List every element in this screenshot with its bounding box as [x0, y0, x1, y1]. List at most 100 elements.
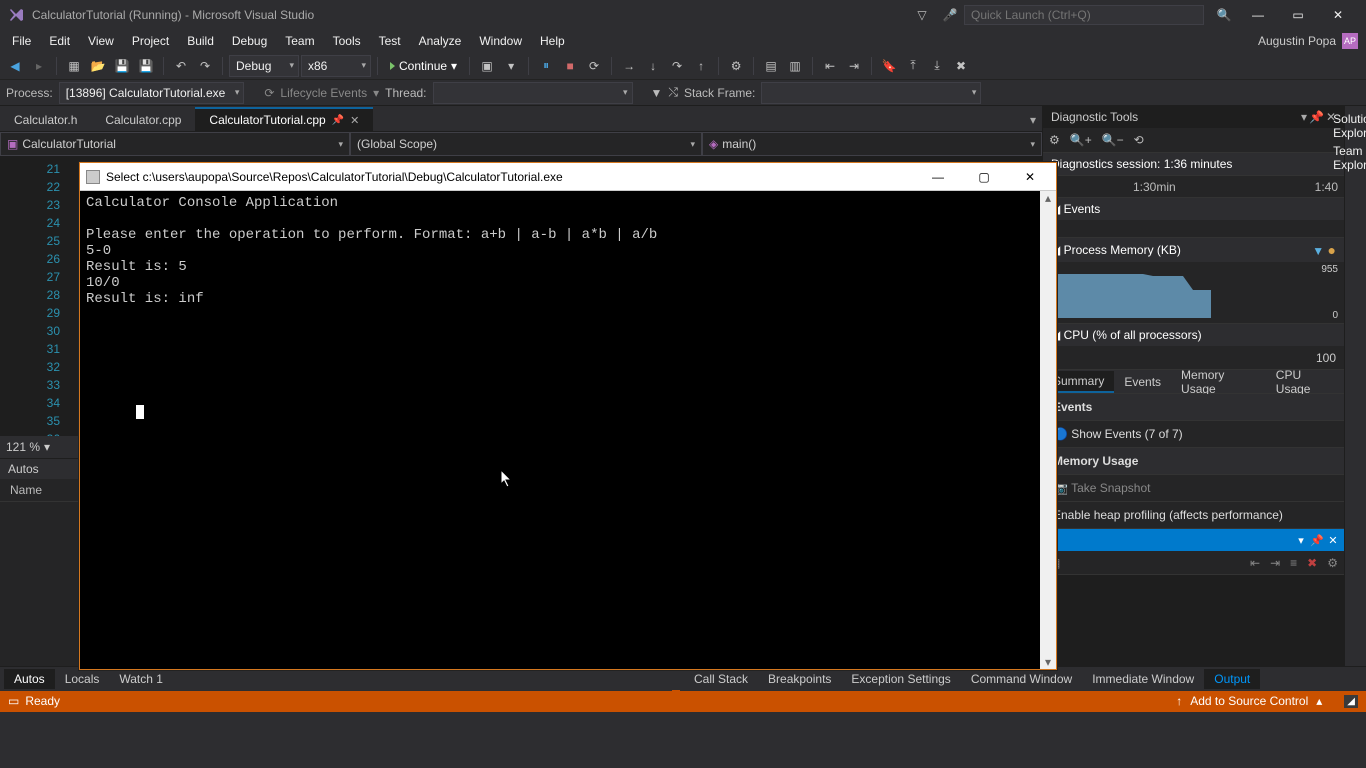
- publish-icon[interactable]: ↑: [1176, 694, 1182, 708]
- close-button[interactable]: ✕: [1318, 0, 1358, 30]
- scroll-up-icon[interactable]: ▴: [1045, 191, 1051, 205]
- diag-item-show-events[interactable]: 🔵 Show Events (7 of 7): [1043, 421, 1344, 448]
- close-icon[interactable]: ✕: [1326, 533, 1340, 547]
- layout-icon-1[interactable]: ▤: [760, 55, 782, 77]
- step-over-icon[interactable]: ↷: [666, 55, 688, 77]
- diag-item-snapshot[interactable]: 📷 Take Snapshot: [1043, 475, 1344, 502]
- tab-exception-settings[interactable]: Exception Settings: [841, 669, 960, 689]
- nav-fwd-icon[interactable]: ▸: [28, 55, 50, 77]
- tab-immediate-window[interactable]: Immediate Window: [1082, 669, 1204, 689]
- diag-tab-events[interactable]: Events: [1114, 372, 1171, 392]
- tab-dropdown-icon[interactable]: ▾: [1024, 109, 1042, 131]
- console-close-button[interactable]: ✕: [1010, 165, 1050, 189]
- console-minimize-button[interactable]: —: [918, 165, 958, 189]
- dropdown-icon[interactable]: ▾: [500, 55, 522, 77]
- outdent-icon[interactable]: ⇤: [819, 55, 841, 77]
- platform-combo[interactable]: x86: [301, 55, 371, 77]
- process-combo[interactable]: [13896] CalculatorTutorial.exe: [59, 82, 245, 104]
- dropdown-icon[interactable]: ▾: [1294, 533, 1308, 547]
- menu-help[interactable]: Help: [532, 32, 573, 50]
- menu-tools[interactable]: Tools: [325, 32, 369, 50]
- new-project-icon[interactable]: ▦: [63, 55, 85, 77]
- console-maximize-button[interactable]: ▢: [964, 165, 1004, 189]
- pin-icon[interactable]: 📌: [1310, 533, 1324, 547]
- console-titlebar[interactable]: Select c:\users\aupopa\Source\Repos\Calc…: [80, 163, 1056, 191]
- toolwindow-icon[interactable]: ▣: [476, 55, 498, 77]
- diag-memory-header[interactable]: ◢ Process Memory (KB)▼ ●: [1043, 238, 1344, 262]
- diag-item-heap[interactable]: Enable heap profiling (affects performan…: [1043, 502, 1344, 529]
- tab-command-window[interactable]: Command Window: [961, 669, 1082, 689]
- nav-project-combo[interactable]: ▣CalculatorTutorial: [0, 132, 350, 156]
- flag-icon[interactable]: ▽: [908, 8, 936, 22]
- menu-view[interactable]: View: [80, 32, 122, 50]
- pause-icon[interactable]: ⏸: [535, 55, 557, 77]
- resize-grip-icon[interactable]: ◢: [1344, 695, 1358, 708]
- console-scrollbar[interactable]: ▴ ▾: [1040, 191, 1056, 669]
- tool-icon[interactable]: ≡: [1290, 556, 1297, 570]
- minimize-button[interactable]: —: [1238, 0, 1278, 30]
- restart-icon[interactable]: ⟳: [583, 55, 605, 77]
- tool-icon[interactable]: ⇤: [1250, 556, 1260, 570]
- indent-icon[interactable]: ⇥: [843, 55, 865, 77]
- console-body[interactable]: Calculator Console Application Please en…: [80, 191, 1040, 669]
- menu-edit[interactable]: Edit: [41, 32, 78, 50]
- menu-debug[interactable]: Debug: [224, 32, 275, 50]
- dropdown-icon[interactable]: ▾: [1301, 110, 1307, 124]
- menu-file[interactable]: File: [4, 32, 39, 50]
- menu-analyze[interactable]: Analyze: [411, 32, 470, 50]
- threads-icon[interactable]: ⤭: [668, 85, 678, 100]
- tool-icon[interactable]: ⚙: [1327, 556, 1338, 570]
- menu-window[interactable]: Window: [471, 32, 530, 50]
- pin-icon[interactable]: 📌: [1309, 110, 1324, 124]
- step-into-icon[interactable]: ↓: [642, 55, 664, 77]
- nav-back-icon[interactable]: ◀: [4, 55, 26, 77]
- stop-icon[interactable]: ■: [559, 55, 581, 77]
- filter-icon[interactable]: ▼: [651, 86, 663, 100]
- hex-icon[interactable]: ⚙: [725, 55, 747, 77]
- chevron-down-icon[interactable]: ▼: [1312, 244, 1324, 258]
- open-icon[interactable]: 📂: [87, 55, 109, 77]
- chevron-up-icon[interactable]: ▴: [1316, 694, 1322, 708]
- maximize-button[interactable]: ▭: [1278, 0, 1318, 30]
- tab-output[interactable]: Output: [1204, 669, 1260, 689]
- team-explorer-tab[interactable]: Team Explorer: [1333, 144, 1366, 172]
- thread-combo[interactable]: [433, 82, 633, 104]
- lifecycle-events-label[interactable]: Lifecycle Events: [280, 86, 367, 100]
- search-icon[interactable]: 🔍: [1210, 8, 1238, 22]
- menu-team[interactable]: Team: [277, 32, 322, 50]
- quick-launch-input[interactable]: [964, 5, 1204, 25]
- continue-button[interactable]: Continue ▾: [384, 59, 463, 73]
- tab-locals[interactable]: Locals: [55, 669, 110, 689]
- undo-icon[interactable]: ↶: [170, 55, 192, 77]
- reset-view-icon[interactable]: ⟲: [1134, 133, 1144, 147]
- scroll-down-icon[interactable]: ▾: [1045, 655, 1051, 669]
- tab-watch1[interactable]: Watch 1: [109, 669, 173, 689]
- menu-build[interactable]: Build: [179, 32, 222, 50]
- show-next-icon[interactable]: →: [618, 55, 640, 77]
- config-combo[interactable]: Debug: [229, 55, 299, 77]
- diag-events-header[interactable]: ◢ Events: [1043, 198, 1344, 220]
- add-source-control[interactable]: Add to Source Control: [1190, 694, 1308, 708]
- tab-call-stack[interactable]: Call Stack: [684, 669, 758, 689]
- redo-icon[interactable]: ↷: [194, 55, 216, 77]
- save-all-icon[interactable]: 💾: [135, 55, 157, 77]
- close-tab-icon[interactable]: ✕: [350, 114, 359, 127]
- diag-cpu-header[interactable]: ◢ CPU (% of all processors): [1043, 324, 1344, 346]
- step-out-icon[interactable]: ↑: [690, 55, 712, 77]
- tab-calculator-cpp[interactable]: Calculator.cpp: [91, 107, 195, 131]
- voice-icon[interactable]: 🎤: [936, 8, 964, 22]
- save-icon[interactable]: 💾: [111, 55, 133, 77]
- user-area[interactable]: Augustin Popa AP: [1258, 30, 1366, 52]
- menu-project[interactable]: Project: [124, 32, 177, 50]
- tab-breakpoints[interactable]: Breakpoints: [758, 669, 841, 689]
- solution-explorer-tab[interactable]: Solution Explorer: [1333, 112, 1366, 140]
- tab-autos[interactable]: Autos: [4, 669, 55, 689]
- console-window[interactable]: Select c:\users\aupopa\Source\Repos\Calc…: [79, 162, 1057, 670]
- menu-test[interactable]: Test: [371, 32, 409, 50]
- zoom-in-icon[interactable]: 🔍+: [1070, 133, 1092, 147]
- secondary-panel-body[interactable]: [1043, 575, 1344, 666]
- tool-icon[interactable]: ✖: [1307, 556, 1317, 570]
- bookmark-prev-icon[interactable]: ⤒: [902, 55, 924, 77]
- gear-icon[interactable]: ⚙: [1049, 133, 1060, 147]
- bookmark-icon[interactable]: 🔖: [878, 55, 900, 77]
